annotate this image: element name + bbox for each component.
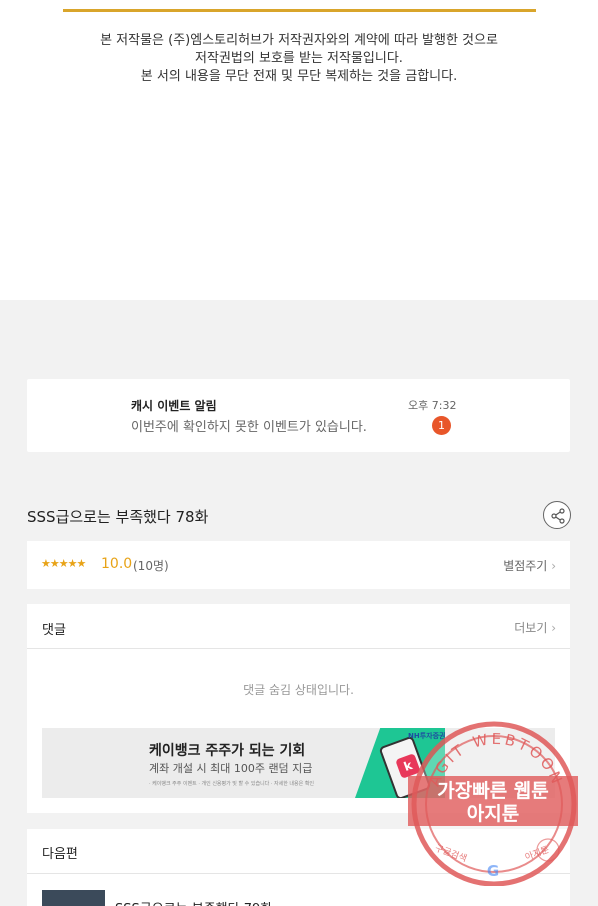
chevron-right-icon: › <box>551 621 556 635</box>
rate-button-label: 별점주기 <box>503 559 548 573</box>
notification-title: 캐시 이벤트 알림 <box>131 399 217 413</box>
comments-more-button[interactable]: 더보기 › <box>514 619 556 636</box>
share-button[interactable] <box>543 501 571 529</box>
comments-section: 댓글 더보기 › 댓글 숨김 상태입니다. 케이뱅크 주주가 되는 기회 계좌 … <box>27 604 570 813</box>
rating-stars: ★★★★★ <box>41 557 86 570</box>
ad-banner[interactable]: 케이뱅크 주주가 되는 기회 계좌 개설 시 최대 100주 랜덤 지급 · 케… <box>42 728 555 798</box>
notification-card[interactable]: 캐시 이벤트 알림 이번주에 확인하지 못한 이벤트가 있습니다. 오후 7:3… <box>27 379 570 452</box>
next-episode-header: 다음편 <box>27 829 570 874</box>
next-episode-thumbnail[interactable] <box>42 890 105 906</box>
copyright-line: 본 서의 내용을 무단 전재 및 무단 복제하는 것을 금합니다. <box>140 69 458 84</box>
ad-fine-print: · 케이뱅크 주주 이벤트 · 개인 신용평가 및 할 수 있습니다 · 자세한… <box>149 781 315 787</box>
comments-title: 댓글 <box>42 623 66 638</box>
rating-count: (10명) <box>133 559 169 573</box>
ad-subtitle: 계좌 개설 시 최대 100주 랜덤 지급 <box>149 762 313 775</box>
copyright-section: 본 저작물은 (주)엠스토리허브가 저작권자와의 계약에 따라 발행한 것으로 … <box>0 0 598 300</box>
gold-divider <box>63 9 536 12</box>
rating-row: ★★★★★ 10.0 (10명) 별점주기 › <box>27 541 570 589</box>
chevron-right-icon: › <box>551 559 556 573</box>
comments-hidden-message: 댓글 숨김 상태입니다. <box>243 683 354 697</box>
ad-title: 케이뱅크 주주가 되는 기회 <box>149 743 306 759</box>
comments-header: 댓글 더보기 › <box>27 604 570 649</box>
next-episode-title: 다음편 <box>42 847 78 862</box>
copyright-notice: 본 저작물은 (주)엠스토리허브가 저작권자와의 계약에 따라 발행한 것으로 … <box>0 32 598 86</box>
notification-badge: 1 <box>432 416 451 435</box>
ad-brand-mark: NH투자증권 <box>408 732 446 740</box>
notification-time: 오후 7:32 <box>408 399 457 412</box>
copyright-line: 저작권법의 보호를 받는 저작물입니다. <box>195 51 403 66</box>
notification-body: 이번주에 확인하지 못한 이벤트가 있습니다. <box>131 420 367 435</box>
next-episode-link[interactable]: SSS급으로는 부족했다 79화 <box>115 898 272 906</box>
next-episode-section: 다음편 SSS급으로는 부족했다 79화 <box>27 829 570 906</box>
episode-title: SSS급으로는 부족했다 78화 <box>27 508 209 526</box>
share-icon <box>551 508 565 524</box>
rate-button[interactable]: 별점주기 › <box>503 557 556 574</box>
rating-score: 10.0 <box>101 556 133 572</box>
comments-more-label: 더보기 <box>514 621 548 635</box>
copyright-line: 본 저작물은 (주)엠스토리허브가 저작권자와의 계약에 따라 발행한 것으로 <box>100 33 498 48</box>
